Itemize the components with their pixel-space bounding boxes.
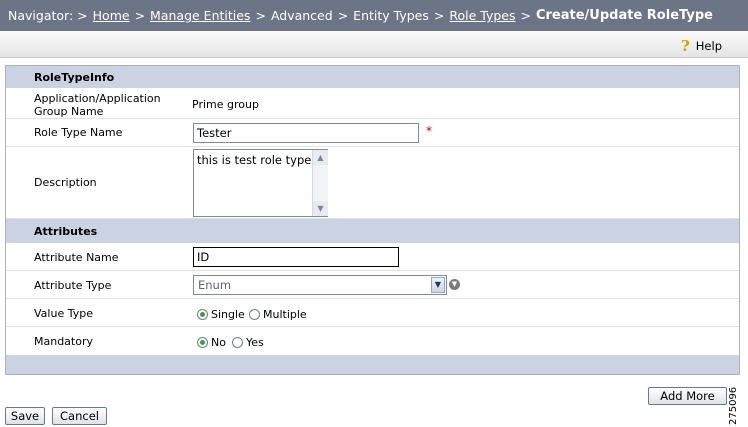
role-type-name-row: Role Type Name * bbox=[6, 119, 739, 147]
attributes-header: Attributes bbox=[6, 219, 739, 243]
cancel-button[interactable]: Cancel bbox=[52, 407, 107, 425]
help-button[interactable]: ? Help bbox=[681, 37, 722, 55]
radio-selected-icon[interactable] bbox=[197, 337, 208, 348]
role-type-info-header: RoleTypeInfo bbox=[6, 66, 739, 88]
breadcrumb-separator: > bbox=[433, 8, 445, 23]
app-group-row: Application/Application Group Name Prime… bbox=[6, 88, 739, 119]
breadcrumb-separator: > bbox=[255, 8, 266, 23]
form-footer-band bbox=[6, 355, 739, 374]
attribute-type-label: Attribute Type bbox=[34, 279, 112, 292]
mandatory-yes-option[interactable]: Yes bbox=[232, 336, 264, 349]
mandatory-no-label: No bbox=[211, 336, 226, 349]
attribute-name-input[interactable] bbox=[193, 247, 399, 267]
breadcrumb-entity-types: Entity Types bbox=[353, 8, 429, 23]
breadcrumb-role-types[interactable]: Role Types bbox=[449, 8, 515, 23]
value-type-multiple-label: Multiple bbox=[263, 308, 307, 321]
description-row: Description this is test role type ▲ ▼ bbox=[6, 147, 739, 219]
navigator-prefix: Navigator: bbox=[8, 8, 74, 23]
breadcrumb-advanced: Advanced bbox=[270, 8, 333, 23]
help-label: Help bbox=[695, 39, 722, 53]
description-label: Description bbox=[34, 176, 97, 189]
breadcrumb-separator: > bbox=[77, 8, 88, 23]
app-group-label: Application/Application Group Name bbox=[34, 92, 161, 118]
page-title: Create/Update RoleType bbox=[535, 8, 713, 23]
scroll-down-icon[interactable]: ▼ bbox=[313, 201, 328, 216]
value-type-label: Value Type bbox=[34, 307, 93, 320]
navigator-bar: Navigator: > Home > Manage Entities > Ad… bbox=[0, 0, 748, 31]
required-marker: * bbox=[426, 124, 432, 138]
breadcrumb-separator: > bbox=[337, 8, 349, 23]
toolbar: ? Help bbox=[0, 31, 748, 58]
question-mark-icon: ? bbox=[680, 37, 690, 55]
breadcrumb-separator: > bbox=[134, 8, 146, 23]
mandatory-label: Mandatory bbox=[34, 335, 94, 348]
role-type-name-label: Role Type Name bbox=[34, 126, 123, 139]
breadcrumb-manage-entities[interactable]: Manage Entities bbox=[150, 8, 250, 23]
value-type-single-option[interactable]: Single bbox=[197, 308, 245, 321]
radio-unselected-icon[interactable] bbox=[249, 309, 260, 320]
value-type-row: Value Type Single Multiple bbox=[6, 299, 739, 327]
value-type-multiple-option[interactable]: Multiple bbox=[249, 308, 307, 321]
breadcrumb-home[interactable]: Home bbox=[93, 8, 130, 23]
mandatory-yes-label: Yes bbox=[246, 336, 264, 349]
description-textarea[interactable]: this is test role type bbox=[193, 149, 328, 217]
attribute-name-label: Attribute Name bbox=[34, 251, 119, 264]
radio-selected-icon[interactable] bbox=[197, 309, 208, 320]
mandatory-no-option[interactable]: No bbox=[197, 336, 226, 349]
app-group-value: Prime group bbox=[192, 98, 259, 111]
mandatory-row: Mandatory No Yes bbox=[6, 327, 739, 355]
role-type-form: RoleTypeInfo Application/Application Gro… bbox=[5, 65, 740, 375]
figure-id: 275096 bbox=[728, 386, 739, 426]
description-scrollbar[interactable]: ▲ ▼ bbox=[312, 150, 328, 216]
attribute-name-row: Attribute Name bbox=[6, 243, 739, 271]
scroll-up-icon[interactable]: ▲ bbox=[313, 150, 328, 165]
add-more-button[interactable]: Add More bbox=[648, 387, 727, 405]
attribute-type-row: Attribute Type Enum ▼ ▼ bbox=[6, 271, 739, 299]
info-chevron-icon[interactable]: ▼ bbox=[449, 279, 460, 290]
attribute-type-value: Enum bbox=[198, 278, 232, 292]
value-type-single-label: Single bbox=[211, 308, 245, 321]
breadcrumb-separator: > bbox=[520, 8, 531, 23]
attribute-type-select[interactable]: Enum ▼ bbox=[193, 275, 447, 295]
chevron-down-icon[interactable]: ▼ bbox=[431, 277, 445, 293]
radio-unselected-icon[interactable] bbox=[232, 337, 243, 348]
role-type-name-input[interactable] bbox=[193, 123, 419, 143]
save-button[interactable]: Save bbox=[5, 407, 45, 425]
